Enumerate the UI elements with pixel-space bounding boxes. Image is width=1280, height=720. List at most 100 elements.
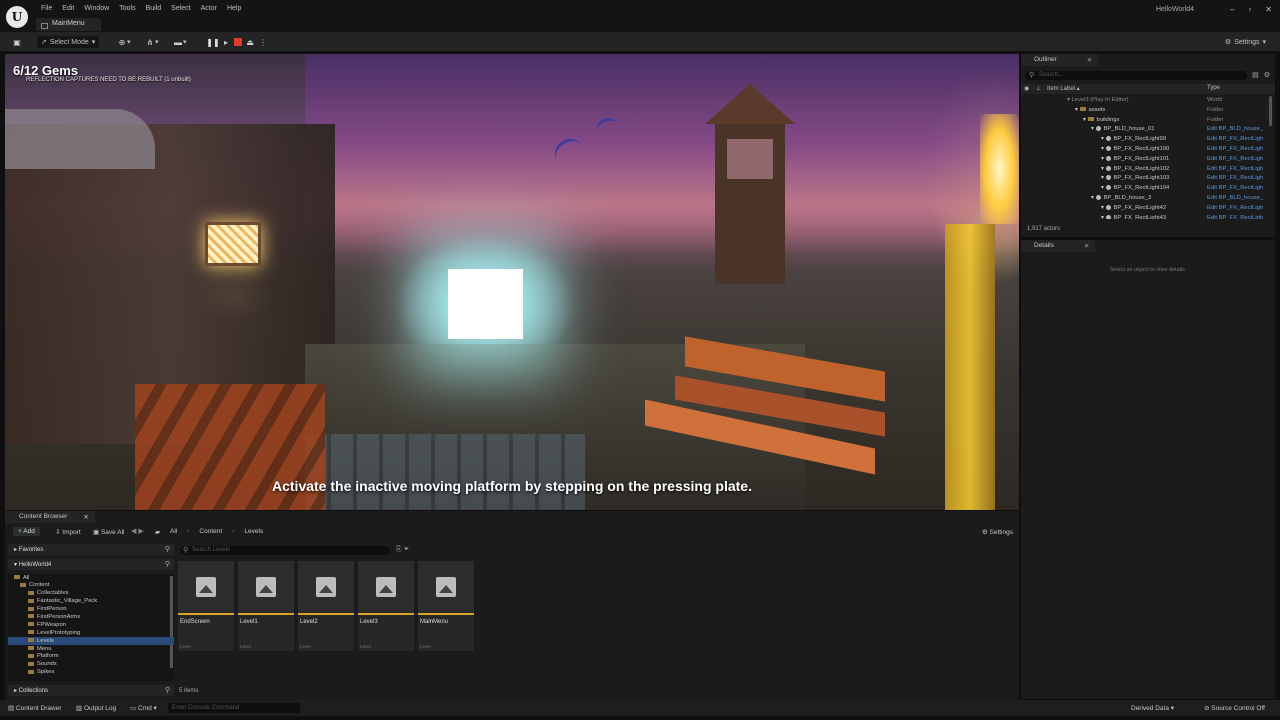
derived-data-button[interactable]: Derived Data ▾ <box>1131 704 1174 712</box>
asset-tile[interactable]: Level2 Level <box>298 561 354 651</box>
outliner-row[interactable]: ▾ BP_FX_RectLight104 Edit BP_FX_RectLigh <box>1021 184 1275 194</box>
folder-tree-item[interactable]: All <box>8 574 174 582</box>
folder-tree-item[interactable]: Spikes <box>8 669 174 677</box>
folder-tree-item[interactable]: Sounds <box>8 661 174 669</box>
expand-arrow-icon[interactable]: ▾ <box>1091 195 1096 201</box>
folder-tree-item[interactable]: FPWeapon <box>8 621 174 629</box>
outliner-row[interactable]: ▾ buildings Folder <box>1021 116 1275 126</box>
close-icon[interactable]: ✕ <box>1087 56 1092 66</box>
folder-tree-item[interactable]: FirstPersonArms <box>8 613 174 621</box>
source-control-button[interactable]: ⊘ Source Control Off <box>1204 704 1265 712</box>
pause-icon[interactable]: ❚❚ <box>206 37 219 47</box>
outliner-row[interactable]: ▾ assets Folder <box>1021 106 1275 116</box>
edit-blueprint-link[interactable]: Edit BP_FX_RectLigh <box>1207 175 1263 181</box>
search-icon[interactable]: ⚲ <box>165 686 170 694</box>
folder-tree-item[interactable]: Platform <box>8 653 174 661</box>
folder-tree-item[interactable]: Fantastic_Village_Pack <box>8 598 174 606</box>
favorites-section[interactable]: ▸ Favorites ⚲ <box>8 544 174 555</box>
add-actor-button[interactable]: ⊕ ▾ <box>117 36 131 48</box>
select-mode-dropdown[interactable]: ➚ Select Mode ▾ <box>37 36 100 48</box>
save-button[interactable]: ▣ <box>12 36 22 48</box>
output-log-button[interactable]: ▥ Output Log <box>76 704 116 712</box>
outliner-row[interactable]: ▾ BP_FX_RectLight102 Edit BP_FX_RectLigh <box>1021 165 1275 175</box>
add-folder-icon[interactable]: ▤ <box>1252 71 1259 79</box>
column-type[interactable]: Type <box>1207 85 1220 91</box>
cinematics-button[interactable]: ▬ ▾ <box>173 36 187 48</box>
folder-tree-item[interactable]: Content <box>8 582 174 590</box>
gear-icon[interactable]: ⚙ <box>1264 71 1270 79</box>
blueprint-button[interactable]: ⋔ ▾ <box>145 36 159 48</box>
breadcrumb-levels[interactable]: Levels <box>244 528 263 536</box>
outliner-row[interactable]: ▾ BP_FX_RectLight100 Edit BP_FX_RectLigh <box>1021 145 1275 155</box>
outliner-row[interactable]: ▾ BP_FX_RectLight42 Edit BP_FX_RectLigh <box>1021 204 1275 214</box>
expand-arrow-icon[interactable]: ▾ <box>1101 175 1106 181</box>
content-browser-tab[interactable]: Content Browser ✕ <box>5 511 95 523</box>
edit-blueprint-link[interactable]: Edit BP_FX_RectLigh <box>1207 166 1263 172</box>
cmd-dropdown[interactable]: ▭ Cmd ▾ <box>130 704 157 712</box>
expand-arrow-icon[interactable]: ▾ <box>1101 136 1106 142</box>
menu-tools[interactable]: Tools <box>114 4 140 13</box>
menu-edit[interactable]: Edit <box>57 4 79 13</box>
console-command-input[interactable]: Enter Console Command <box>168 703 300 713</box>
step-icon[interactable]: ▸ <box>221 37 231 47</box>
close-icon[interactable]: ✕ <box>1265 5 1272 14</box>
asset-tile[interactable]: Level3 Level <box>358 561 414 651</box>
edit-blueprint-link[interactable]: Edit BP_BLD_house_ <box>1207 195 1263 201</box>
menu-actor[interactable]: Actor <box>196 4 222 13</box>
outliner-search-input[interactable]: Search... <box>1025 71 1247 80</box>
menu-build[interactable]: Build <box>141 4 167 13</box>
outliner-row[interactable]: ▾ BP_FX_RectLight43 Edit BP_FX_RectLigh <box>1021 214 1275 219</box>
import-button[interactable]: ⇩ Import <box>55 528 81 536</box>
close-icon[interactable]: ✕ <box>83 513 88 523</box>
outliner-row[interactable]: ▾ Level3 (Play In Editor) World <box>1021 96 1275 106</box>
expand-arrow-icon[interactable]: ▾ <box>1101 205 1106 211</box>
folder-tree-item[interactable]: LevelPrototyping <box>8 629 174 637</box>
outliner-tab[interactable]: Outliner ✕ <box>1021 54 1099 66</box>
folder-tree-item[interactable]: Menu <box>8 645 174 653</box>
pin-icon[interactable]: ⊥ <box>1036 85 1041 92</box>
level-viewport[interactable]: 6/12 Gems REFLECTION CAPTURES NEED TO BE… <box>5 54 1019 510</box>
breadcrumb-all[interactable]: All <box>170 528 177 536</box>
maximize-icon[interactable]: ▫ <box>1248 5 1251 14</box>
folder-tree-item[interactable]: FirstPerson <box>8 606 174 614</box>
minimize-icon[interactable]: – <box>1230 5 1234 14</box>
filter-button[interactable]: ⎘ ⏷ <box>396 546 409 554</box>
content-settings-button[interactable]: ⚙ Settings <box>982 528 1013 536</box>
collections-section[interactable]: ▸ Collections ⚲ <box>8 685 174 696</box>
edit-blueprint-link[interactable]: Edit BP_FX_RectLigh <box>1207 136 1263 142</box>
column-item-label[interactable]: Item Label ▴ <box>1047 85 1080 92</box>
outliner-row[interactable]: ▾ BP_BLD_house_01 Edit BP_BLD_house_ <box>1021 125 1275 135</box>
settings-button[interactable]: ⚙ Settings ▾ <box>1225 36 1266 48</box>
level-tab[interactable]: MainMenu <box>36 18 101 31</box>
menu-help[interactable]: Help <box>222 4 246 13</box>
menu-select[interactable]: Select <box>166 4 195 13</box>
expand-arrow-icon[interactable]: ▾ <box>1101 146 1106 152</box>
expand-arrow-icon[interactable]: ▾ <box>1101 166 1106 172</box>
edit-blueprint-link[interactable]: Edit BP_FX_RectLigh <box>1207 215 1263 219</box>
back-icon[interactable]: ◀ <box>131 528 136 535</box>
expand-arrow-icon[interactable]: ▾ <box>1101 185 1106 191</box>
expand-arrow-icon[interactable]: ▾ <box>1091 126 1096 132</box>
folder-tree-item[interactable]: Levels <box>8 637 174 646</box>
search-icon[interactable]: ⚲ <box>165 545 170 553</box>
asset-tile[interactable]: MainMenu Level <box>418 561 474 651</box>
close-icon[interactable]: ✕ <box>1084 242 1089 252</box>
stop-icon[interactable] <box>234 38 242 46</box>
search-icon[interactable]: ⚲ <box>165 560 170 568</box>
project-section[interactable]: ▾ HelloWorld4 ⚲ <box>8 559 174 570</box>
outliner-row[interactable]: ▾ BP_FX_RectLight103 Edit BP_FX_RectLigh <box>1021 174 1275 184</box>
edit-blueprint-link[interactable]: Edit BP_FX_RectLigh <box>1207 156 1263 162</box>
folder-tree-item[interactable]: Collectables <box>8 590 174 598</box>
edit-blueprint-link[interactable]: Edit BP_FX_RectLigh <box>1207 185 1263 191</box>
asset-search-input[interactable]: Search Levels <box>180 546 390 555</box>
outliner-row[interactable]: ▾ BP_FX_RectLight99 Edit BP_FX_RectLigh <box>1021 135 1275 145</box>
visibility-icon[interactable]: ◉ <box>1024 85 1029 92</box>
outliner-row[interactable]: ▾ BP_FX_RectLight101 Edit BP_FX_RectLigh <box>1021 155 1275 165</box>
details-tab[interactable]: Details ✕ <box>1021 240 1096 252</box>
menu-file[interactable]: File <box>36 4 57 13</box>
more-icon[interactable]: ⋮ <box>258 37 268 47</box>
expand-arrow-icon[interactable]: ▾ <box>1101 215 1106 219</box>
edit-blueprint-link[interactable]: Edit BP_FX_RectLigh <box>1207 205 1263 211</box>
asset-tile[interactable]: Level1 Level <box>238 561 294 651</box>
forward-icon[interactable]: ▶ <box>138 528 143 535</box>
